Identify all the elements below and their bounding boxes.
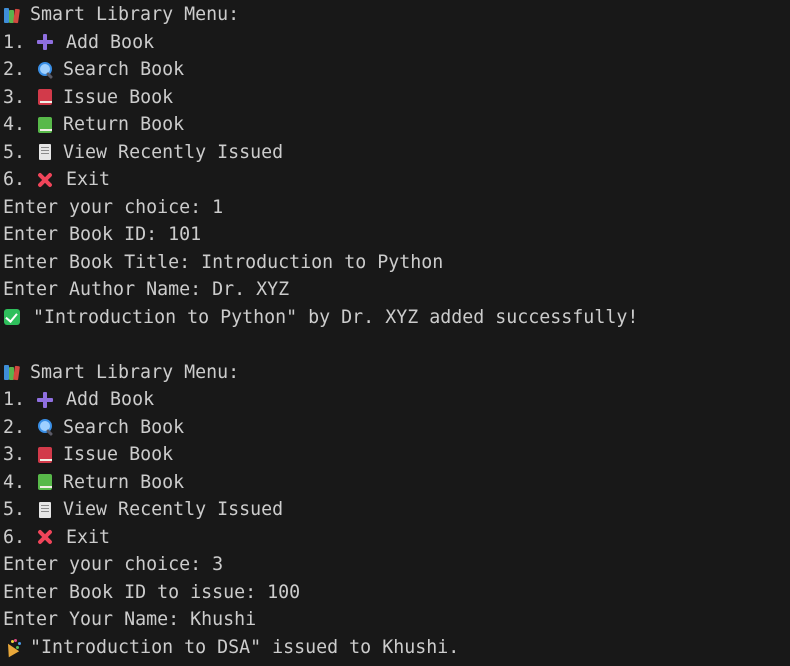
- menu-item-return-book: 4. Return Book: [3, 469, 790, 497]
- prompt-book-id: Enter Book ID: 101: [3, 224, 202, 245]
- menu-item-search-book: 2. Search Book: [3, 56, 790, 84]
- menu-item-label: Add Book: [66, 31, 155, 53]
- prompt-book-title: Enter Book Title: Introduction to Python: [3, 251, 444, 273]
- menu-item-label: Add Book: [66, 389, 155, 410]
- menu-item-add-book: 1. Add Book: [3, 29, 790, 57]
- prompt-author-name: Enter Author Name: Dr. XYZ: [3, 279, 290, 300]
- menu-item-label: Return Book: [63, 471, 185, 493]
- menu-title: Smart Library Menu:: [30, 4, 240, 25]
- menu-item-label: Exit: [66, 526, 111, 548]
- menu-item-issue-book: 3. Issue Book: [3, 441, 790, 469]
- menu-item-issue-book: 3. Issue Book: [3, 84, 790, 112]
- prompt-line: Enter your choice: 3: [3, 551, 790, 579]
- menu-item-label: Issue Book: [63, 444, 174, 465]
- prompt-line: Enter Book ID: 101: [3, 221, 790, 249]
- result-line: "Introduction to Python" by Dr. XYZ adde…: [3, 304, 790, 332]
- menu-title-line: Smart Library Menu:: [3, 1, 790, 29]
- prompt-line: Enter Your Name: Khushi: [3, 606, 790, 634]
- prompt-choice: Enter your choice: 1: [3, 196, 224, 218]
- prompt-line: Enter Book ID to issue: 100: [3, 579, 790, 607]
- prompt-line: Enter your choice: 1: [3, 194, 790, 222]
- receipt-icon: [36, 143, 54, 161]
- red-book-icon: [36, 446, 54, 464]
- menu-item-number: 2.: [3, 59, 26, 80]
- menu-item-label: Issue Book: [63, 86, 174, 108]
- check-mark-icon: [3, 308, 21, 326]
- result-message: "Introduction to Python" by Dr. XYZ adde…: [33, 306, 639, 328]
- terminal-output[interactable]: Smart Library Menu: 1. Add Book 2. Searc…: [0, 1, 790, 666]
- prompt-choice: Enter your choice: 3: [3, 554, 224, 575]
- party-popper-icon: [3, 638, 21, 656]
- books-icon: [3, 363, 21, 381]
- menu-item-number: 4.: [3, 471, 26, 493]
- menu-item-label: Search Book: [63, 59, 185, 80]
- menu-item-number: 6.: [3, 169, 26, 190]
- menu-item-exit: 6. Exit: [3, 524, 790, 552]
- green-book-icon: [36, 473, 54, 491]
- menu-title-line: Smart Library Menu:: [3, 359, 790, 387]
- magnifier-icon: [36, 418, 54, 436]
- books-icon: [3, 6, 21, 24]
- menu-item-number: 3.: [3, 444, 26, 465]
- cross-mark-icon: [36, 528, 54, 546]
- menu-item-number: 5.: [3, 499, 26, 520]
- plus-icon: [36, 33, 54, 51]
- menu-item-label: Exit: [66, 169, 111, 190]
- result-line: "Introduction to DSA" issued to Khushi.: [3, 634, 790, 662]
- menu-item-exit: 6. Exit: [3, 166, 790, 194]
- prompt-book-id: Enter Book ID to issue: 100: [3, 581, 301, 603]
- red-book-icon: [36, 88, 54, 106]
- menu-item-number: 6.: [3, 526, 26, 548]
- menu-item-label: View Recently Issued: [63, 499, 284, 520]
- menu-item-number: 1.: [3, 31, 26, 53]
- result-message: "Introduction to DSA" issued to Khushi.: [30, 636, 460, 658]
- menu-item-number: 4.: [3, 114, 26, 135]
- menu-item-number: 5.: [3, 141, 26, 163]
- receipt-icon: [36, 501, 54, 519]
- cross-mark-icon: [36, 171, 54, 189]
- green-book-icon: [36, 116, 54, 134]
- menu-item-add-book: 1. Add Book: [3, 386, 790, 414]
- menu-item-number: 1.: [3, 389, 26, 410]
- menu-item-search-book: 2. Search Book: [3, 414, 790, 442]
- menu-item-label: Search Book: [63, 416, 185, 438]
- prompt-line: Enter Book Title: Introduction to Python: [3, 249, 790, 277]
- menu-item-view-recently-issued: 5. View Recently Issued: [3, 139, 790, 167]
- magnifier-icon: [36, 61, 54, 79]
- menu-title: Smart Library Menu:: [30, 361, 240, 383]
- prompt-line: Enter Author Name: Dr. XYZ: [3, 276, 790, 304]
- menu-item-number: 2.: [3, 416, 26, 438]
- prompt-user-name: Enter Your Name: Khushi: [3, 609, 257, 630]
- menu-item-return-book: 4. Return Book: [3, 111, 790, 139]
- menu-item-view-recently-issued: 5. View Recently Issued: [3, 496, 790, 524]
- menu-item-number: 3.: [3, 86, 26, 108]
- plus-icon: [36, 391, 54, 409]
- menu-item-label: Return Book: [63, 114, 185, 135]
- menu-item-label: View Recently Issued: [63, 141, 284, 163]
